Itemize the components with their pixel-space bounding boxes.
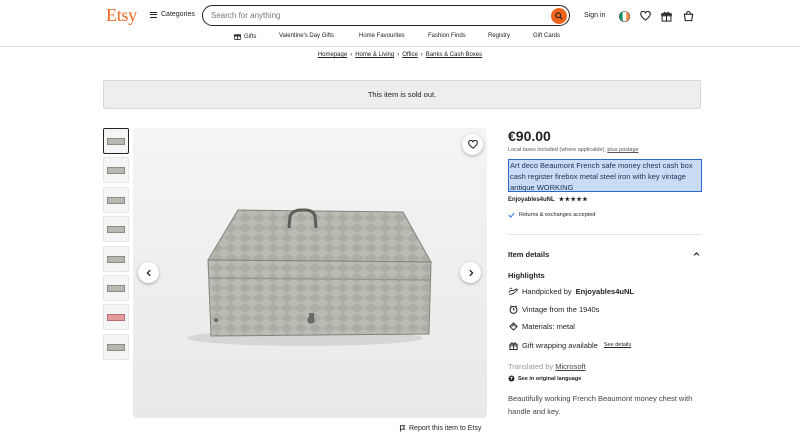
- search-button[interactable]: [551, 7, 567, 24]
- nav-item-registry[interactable]: Registry: [488, 33, 510, 39]
- seller-info[interactable]: Enjoyables4uNL ★★★★★: [508, 196, 589, 204]
- favourite-button[interactable]: [462, 134, 483, 155]
- thumbnail-5[interactable]: [103, 245, 129, 272]
- nav-item-home-favourites[interactable]: Home Favourites: [359, 33, 405, 39]
- main-product-image[interactable]: [133, 128, 487, 418]
- thumbnail-4[interactable]: [103, 216, 129, 243]
- translation-note: Translated by Microsoft: [508, 362, 586, 371]
- handpicked-seller-link[interactable]: Enjoyables4uNL: [576, 287, 634, 296]
- highlight-gift-wrap: Gift wrapping available See details: [508, 340, 631, 350]
- previous-image-button[interactable]: [138, 262, 159, 283]
- thumbnail-7[interactable]: [103, 304, 129, 331]
- see-details-link[interactable]: See details: [604, 342, 631, 348]
- top-bar: Etsy Categories Search for anything Sign…: [0, 0, 800, 30]
- materials-icon: [508, 321, 518, 331]
- menu-icon: [150, 11, 157, 18]
- highlight-vintage: Vintage from the 1940s: [508, 304, 599, 314]
- nav-item-valentines[interactable]: Valentine's Day Gifts: [279, 33, 334, 39]
- cart-icon[interactable]: [681, 9, 695, 23]
- next-image-button[interactable]: [460, 262, 481, 283]
- translate-icon: [508, 375, 515, 382]
- chevron-left-icon: [145, 269, 151, 276]
- search-placeholder: Search for anything: [211, 11, 281, 20]
- divider: [508, 234, 702, 235]
- clock-icon: [508, 304, 518, 314]
- flag-icon: [399, 425, 406, 432]
- breadcrumb-office[interactable]: Office: [402, 52, 418, 58]
- sold-out-banner: This item is sold out.: [103, 80, 701, 109]
- highlights-heading: Highlights: [508, 271, 545, 280]
- search-icon: [555, 11, 563, 20]
- chevron-up-icon: [693, 250, 700, 259]
- nav-item-gifts[interactable]: Gifts: [234, 33, 256, 40]
- see-original-language-button[interactable]: See in original language: [508, 375, 581, 382]
- search-input[interactable]: Search for anything: [202, 5, 570, 26]
- breadcrumb: Homepage › Home & Living › Office › Banks & Ca…: [317, 52, 483, 58]
- thumbnail-2[interactable]: [103, 157, 129, 184]
- favourites-heart-icon[interactable]: [638, 9, 652, 23]
- chevron-right-icon: [468, 269, 474, 276]
- check-icon: [508, 212, 515, 218]
- etsy-logo[interactable]: Etsy: [106, 5, 137, 26]
- category-nav: Gifts Valentine's Day Gifts Home Favouri…: [0, 30, 800, 47]
- heart-icon: [467, 140, 478, 149]
- nav-item-gift-cards[interactable]: Gift Cards: [533, 33, 560, 39]
- seller-name[interactable]: Enjoyables4uNL: [508, 197, 555, 203]
- thumbnail-6[interactable]: [103, 274, 129, 301]
- gift-wrap-icon: [508, 340, 518, 350]
- price: €90.00: [508, 128, 551, 144]
- item-details-toggle[interactable]: Item details: [508, 250, 702, 259]
- highlight-materials: Materials: metal: [508, 321, 575, 331]
- listing-title: Art deco Beaumont French safe money ches…: [508, 159, 702, 192]
- categories-button[interactable]: Categories: [150, 11, 195, 18]
- thumbnail-3[interactable]: [103, 186, 129, 213]
- categories-label: Categories: [161, 11, 195, 18]
- item-description: Beautifully working French Beaumont mone…: [508, 394, 693, 416]
- sign-in-link[interactable]: Sign in: [584, 12, 605, 19]
- breadcrumb-homepage[interactable]: Homepage: [318, 52, 347, 58]
- cash-box-image: [133, 128, 487, 418]
- thumbnail-1[interactable]: [103, 128, 129, 154]
- returns-info: Returns & exchanges accepted: [508, 212, 595, 218]
- postage-link[interactable]: plus postage: [607, 147, 638, 153]
- gift-icon[interactable]: [659, 9, 673, 23]
- nav-item-fashion-finds[interactable]: Fashion Finds: [428, 33, 466, 39]
- breadcrumb-home-living[interactable]: Home & Living: [355, 52, 394, 58]
- tax-note: Local taxes included (where applicable),…: [508, 147, 639, 153]
- gift-icon: [234, 34, 241, 40]
- thumbnail-list: [103, 128, 130, 363]
- rating-stars: ★★★★★: [558, 197, 589, 203]
- thumbnail-8[interactable]: [103, 333, 129, 360]
- language-flag-icon[interactable]: [617, 9, 631, 23]
- highlight-handpicked: Handpicked by Enjoyables4uNL: [508, 286, 634, 296]
- microsoft-link[interactable]: Microsoft: [555, 362, 585, 371]
- hand-icon: [508, 286, 518, 296]
- report-item-link[interactable]: Report this item to Etsy: [399, 425, 481, 432]
- breadcrumb-banks-cash-boxes[interactable]: Banks & Cash Boxes: [426, 52, 482, 58]
